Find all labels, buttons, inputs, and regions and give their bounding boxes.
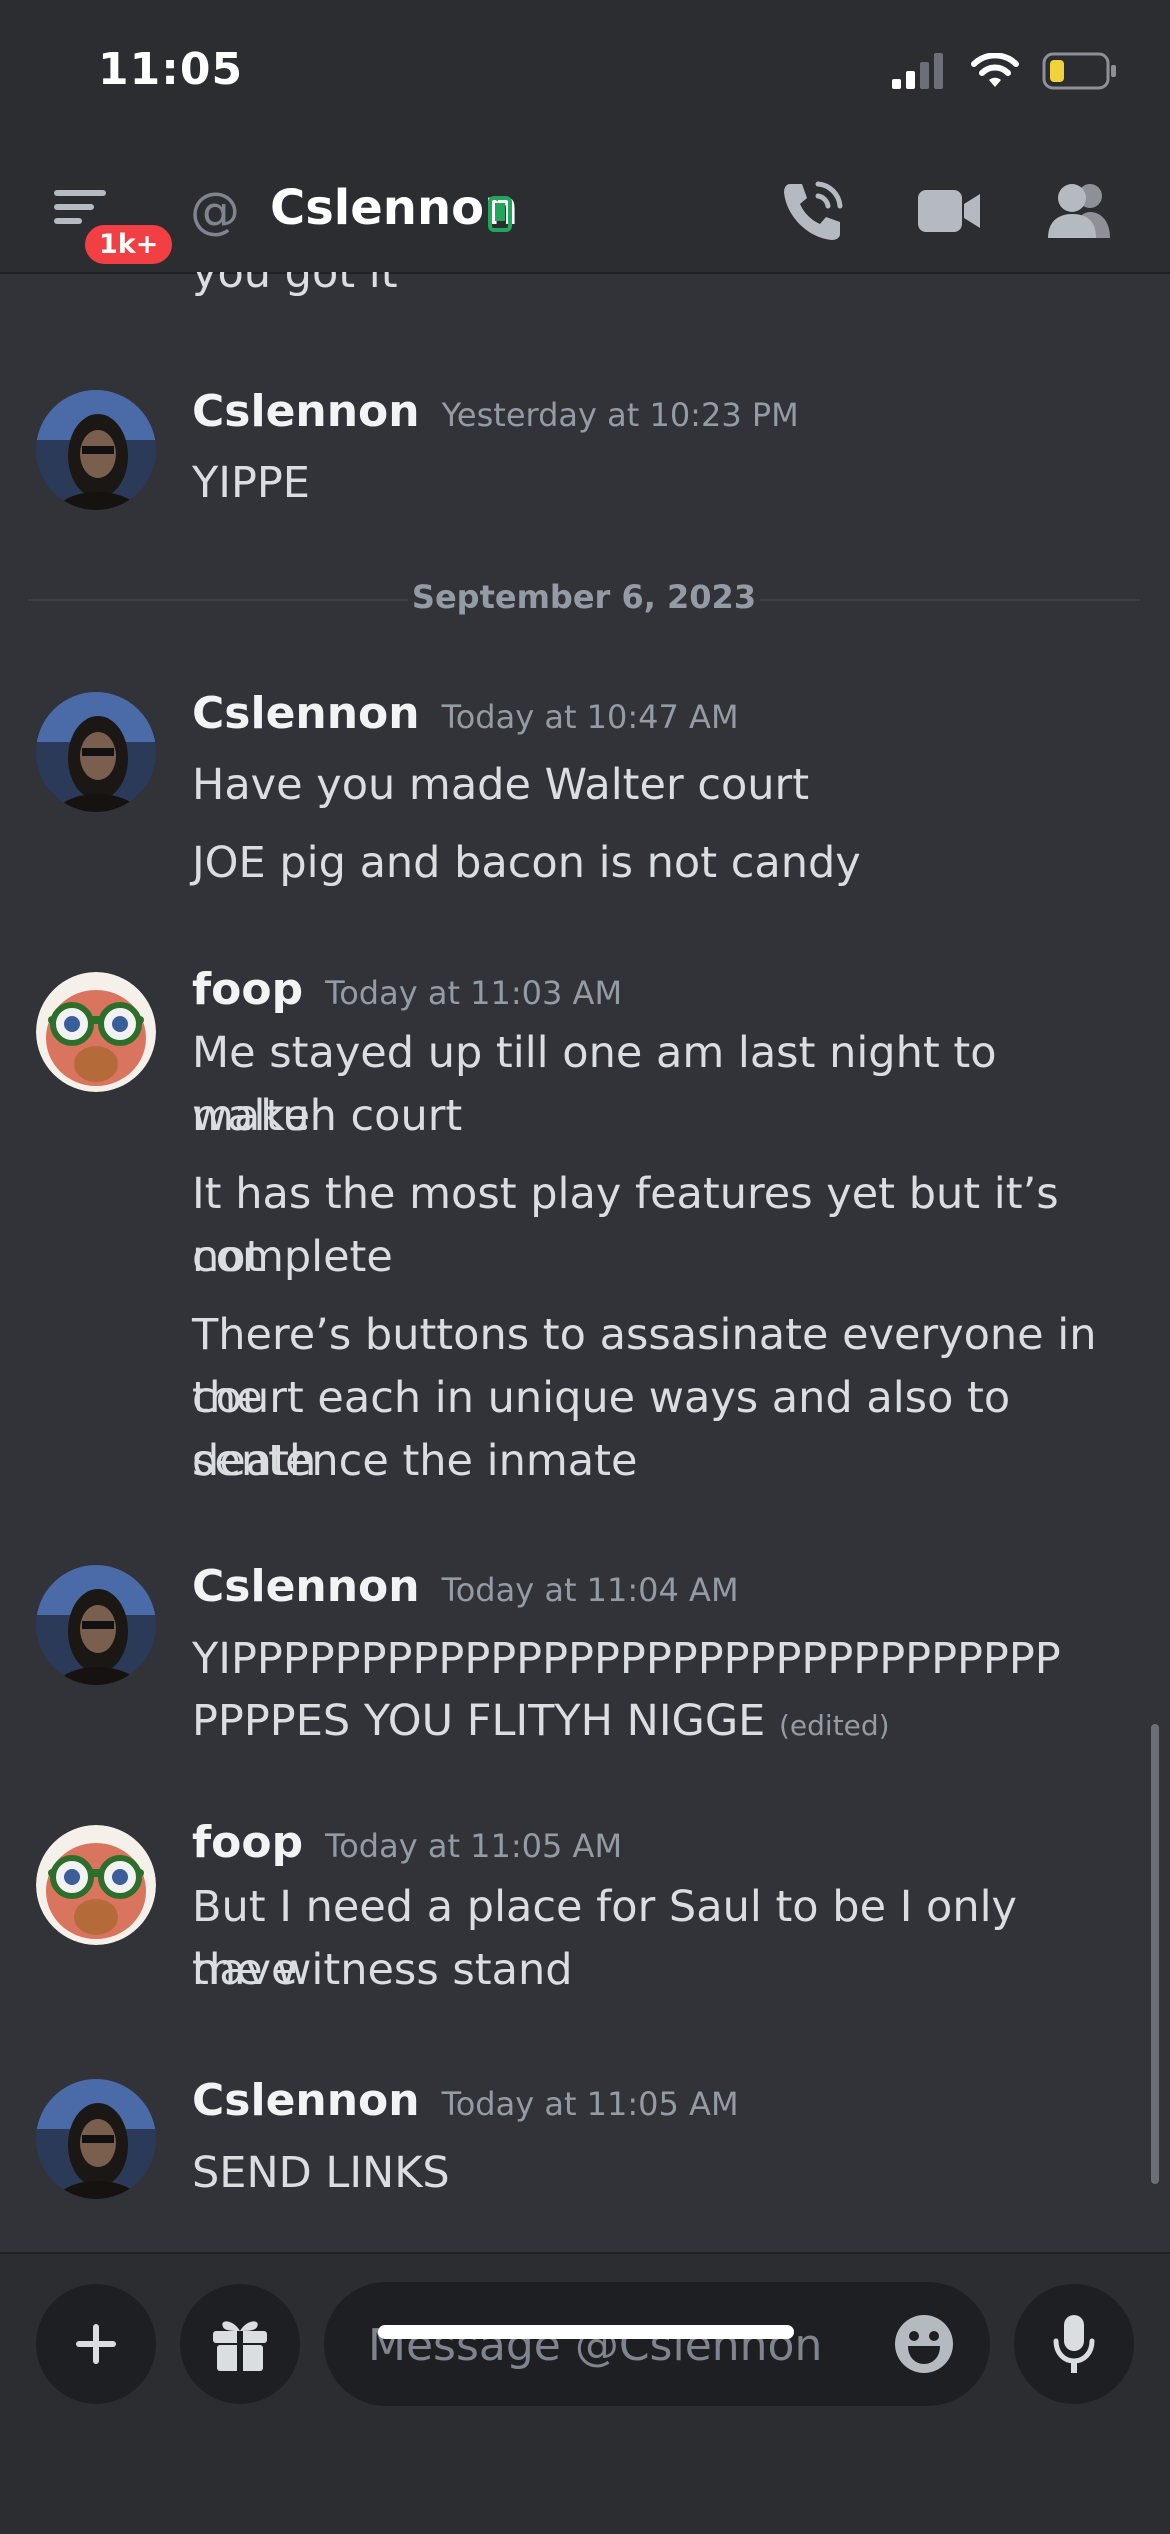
dm-header: 1k+ @ Cslennon [0, 150, 1170, 274]
message-text: PPPPES YOU FLITYH NIGGE (edited) [192, 1690, 1122, 1757]
message-author[interactable]: Cslennon Yesterday at 10:23 PM [192, 386, 799, 437]
date-divider: September 6, 2023 [28, 578, 1140, 620]
message-author[interactable]: Cslennon Today at 11:05 AM [192, 2075, 739, 2126]
avatar[interactable] [36, 692, 156, 812]
message-author[interactable]: foop Today at 11:05 AM [192, 1817, 622, 1868]
avatar[interactable] [36, 390, 156, 510]
message-timestamp: Today at 11:03 AM [325, 974, 623, 1012]
call-icon[interactable] [780, 178, 846, 244]
message-partial-line: you got it [192, 272, 398, 298]
attach-button[interactable] [36, 2284, 156, 2404]
emoji-icon[interactable] [894, 2314, 954, 2374]
author-name: Cslennon [192, 688, 420, 739]
message-text: Have you made Walter court [192, 760, 810, 810]
divider-date: September 6, 2023 [411, 578, 757, 616]
avatar[interactable] [36, 972, 156, 1092]
author-name: Cslennon [192, 2075, 420, 2126]
avatar[interactable] [36, 1565, 156, 1685]
message-text: complete [192, 1232, 393, 1282]
message-timestamp: Today at 10:47 AM [441, 698, 739, 736]
divider-line [760, 599, 1140, 601]
scrollbar[interactable] [1151, 1724, 1159, 2184]
menu-button[interactable]: 1k+ [52, 186, 178, 269]
message-timestamp: Today at 11:04 AM [441, 1571, 739, 1609]
message-author[interactable]: Cslennon Today at 10:47 AM [192, 688, 739, 739]
message-timestamp: Yesterday at 10:23 PM [441, 396, 799, 434]
message-text: SEND LINKS [192, 2148, 450, 2198]
members-icon[interactable] [1046, 180, 1112, 240]
battery-icon [1042, 52, 1116, 90]
wifi-icon [971, 53, 1019, 87]
avatar[interactable] [36, 1825, 156, 1945]
message-input[interactable] [366, 2282, 890, 2408]
voice-message-button[interactable] [1014, 2284, 1134, 2404]
status-time: 11:05 [98, 44, 244, 95]
plus-icon [76, 2324, 116, 2364]
video-icon[interactable] [916, 188, 982, 234]
status-bar: 11:05 [0, 0, 1170, 150]
message-text: waltuh court [192, 1091, 463, 1141]
message-timestamp: Today at 11:05 AM [441, 2085, 739, 2123]
mobile-status-icon [488, 196, 512, 232]
message-author[interactable]: foop Today at 11:03 AM [192, 964, 622, 1015]
message-input-container[interactable] [324, 2282, 990, 2408]
edited-label: (edited) [779, 1709, 890, 1742]
author-name: foop [192, 964, 304, 1015]
message-timestamp: Today at 11:05 AM [325, 1827, 623, 1865]
home-indicator[interactable] [378, 2325, 794, 2339]
gift-icon [213, 2321, 267, 2371]
avatar[interactable] [36, 2079, 156, 2199]
message-text-content: PPPPES YOU FLITYH NIGGE [192, 1696, 766, 1746]
message-text: the witness stand [192, 1945, 573, 1995]
message-text: YIPPE [192, 458, 310, 508]
status-icons [892, 52, 1118, 90]
message-text: JOE pig and bacon is not candy [192, 838, 861, 888]
message-author[interactable]: Cslennon Today at 11:04 AM [192, 1561, 739, 1612]
at-icon: @ [190, 182, 240, 240]
message-text: YIPPPPPPPPPPPPPPPPPPPPPPPPPPPPPPPP [192, 1634, 1061, 1684]
dm-title[interactable]: Cslennon [270, 180, 518, 236]
notification-badge: 1k+ [80, 220, 178, 269]
author-name: foop [192, 1817, 304, 1868]
message-text: sentence the inmate [192, 1436, 638, 1486]
gift-button[interactable] [180, 2284, 300, 2404]
mic-icon [1053, 2315, 1095, 2373]
signal-icon [892, 53, 943, 89]
author-name: Cslennon [192, 386, 420, 437]
message-list[interactable]: you got it Cslennon Yesterday at 10:23 PM… [0, 272, 1170, 2252]
author-name: Cslennon [192, 1561, 420, 1612]
message-composer [0, 2252, 1170, 2534]
